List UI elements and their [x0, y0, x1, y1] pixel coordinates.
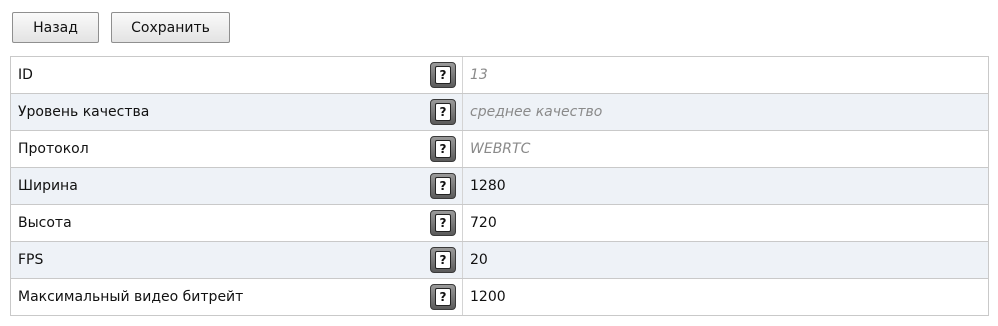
help-icon[interactable]: ? [430, 136, 456, 162]
property-value[interactable]: 20 [463, 252, 488, 268]
back-button[interactable]: Назад [12, 12, 99, 43]
properties-table: ID ? 13 Уровень качества ? среднее качес… [10, 56, 989, 316]
property-value: 13 [470, 67, 488, 83]
property-row-protocol: Протокол ? WEBRTC [11, 131, 988, 168]
property-value[interactable]: 1280 [463, 178, 506, 194]
save-button[interactable]: Сохранить [111, 12, 230, 43]
property-row-id: ID ? 13 [11, 57, 988, 94]
property-row-max-video-bitrate: Максимальный видео битрейт ? 1200 [11, 279, 988, 316]
help-icon[interactable]: ? [430, 284, 456, 310]
question-mark-icon: ? [435, 251, 451, 269]
help-icon[interactable]: ? [430, 62, 456, 88]
help-icon[interactable]: ? [430, 210, 456, 236]
question-mark-icon: ? [435, 103, 451, 121]
property-value: среднее качество [470, 104, 603, 120]
toolbar: Назад Сохранить [12, 12, 230, 43]
property-label: Уровень качества [18, 104, 150, 120]
question-mark-icon: ? [435, 177, 451, 195]
property-value[interactable]: 720 [463, 215, 497, 231]
help-icon[interactable]: ? [430, 173, 456, 199]
question-mark-icon: ? [435, 288, 451, 306]
property-label: Максимальный видео битрейт [18, 289, 244, 305]
help-icon[interactable]: ? [430, 99, 456, 125]
property-row-height: Высота ? 720 [11, 205, 988, 242]
property-value: WEBRTC [470, 141, 531, 157]
question-mark-icon: ? [435, 214, 451, 232]
property-label: Ширина [18, 178, 78, 194]
property-label: FPS [18, 252, 44, 268]
question-mark-icon: ? [435, 140, 451, 158]
help-icon[interactable]: ? [430, 247, 456, 273]
property-label: Протокол [18, 141, 89, 157]
property-row-fps: FPS ? 20 [11, 242, 988, 279]
property-row-width: Ширина ? 1280 [11, 168, 988, 205]
property-label: Высота [18, 215, 72, 231]
property-row-quality-level: Уровень качества ? среднее качество [11, 94, 988, 131]
property-label: ID [18, 67, 33, 83]
question-mark-icon: ? [435, 66, 451, 84]
property-value[interactable]: 1200 [463, 289, 506, 305]
